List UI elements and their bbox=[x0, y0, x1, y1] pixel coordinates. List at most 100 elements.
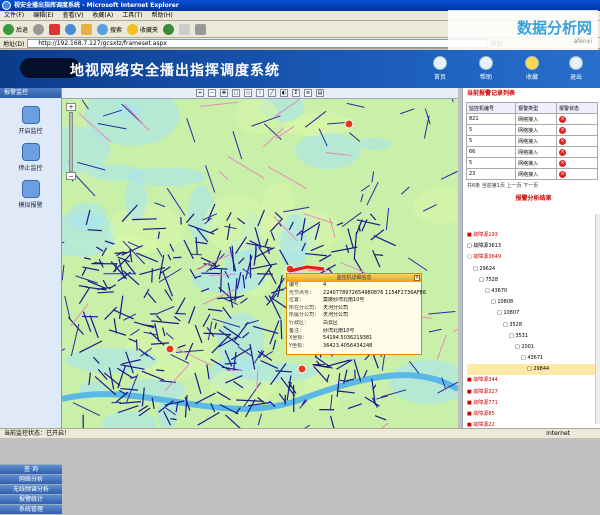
menu-query[interactable]: 查 询 bbox=[0, 464, 62, 474]
menu-spectrum-analysis[interactable]: 无线频谱分析 bbox=[0, 484, 62, 494]
measure-tool-icon[interactable]: ╱ bbox=[268, 89, 276, 97]
tree-node[interactable]: □ 3531 bbox=[467, 331, 597, 342]
sum-tool-icon[interactable]: Σ bbox=[292, 89, 300, 97]
network-line bbox=[429, 311, 456, 314]
menu-favorites[interactable]: 收藏(A) bbox=[92, 11, 113, 20]
tree-node[interactable]: □ 29844 bbox=[467, 364, 597, 375]
tree-node[interactable]: ■ 故障源344 bbox=[467, 375, 597, 386]
table-row[interactable]: 821网络接入× bbox=[467, 114, 598, 125]
full-extent-icon[interactable]: □ bbox=[232, 89, 240, 97]
identify-tool-icon[interactable]: i bbox=[256, 89, 264, 97]
alarm-x-icon[interactable]: × bbox=[559, 160, 566, 167]
print-map-icon[interactable]: ▤ bbox=[316, 89, 324, 97]
network-line bbox=[263, 351, 273, 357]
menu-network-analysis[interactable]: 网络分析 bbox=[0, 474, 62, 484]
stop-icon[interactable] bbox=[49, 24, 60, 35]
menu-alarm-stats[interactable]: 报警统计 bbox=[0, 494, 62, 504]
table-row[interactable]: 5网络接入× bbox=[467, 136, 598, 147]
network-line bbox=[331, 247, 357, 252]
zoom-slider[interactable] bbox=[69, 112, 73, 172]
alarm-x-icon[interactable]: × bbox=[559, 171, 566, 178]
tree-node[interactable]: ■ 故障源771 bbox=[467, 398, 597, 409]
table-row[interactable]: 66网络接入× bbox=[467, 147, 598, 158]
tree-node[interactable]: ■ 故障源327 bbox=[467, 387, 597, 398]
tree-node[interactable]: □ 43671 bbox=[467, 353, 597, 364]
network-line bbox=[71, 324, 79, 356]
menu-file[interactable]: 文件(F) bbox=[4, 11, 24, 20]
layer-tool-icon[interactable]: ≡ bbox=[304, 89, 312, 97]
network-line bbox=[195, 373, 201, 394]
tree-node[interactable]: ■ 故障源193 bbox=[467, 230, 597, 241]
app-title: 地视网络安全播出指挥调度系统 bbox=[70, 60, 280, 80]
alarm-x-icon[interactable]: × bbox=[559, 138, 566, 145]
zoom-out-tool-icon[interactable]: − bbox=[208, 89, 216, 97]
network-line bbox=[98, 292, 114, 293]
tree-node[interactable]: □ 29624 bbox=[467, 264, 597, 275]
home-icon[interactable] bbox=[81, 24, 92, 35]
print-icon[interactable] bbox=[195, 24, 206, 35]
tree-node[interactable]: ■ 故障源85 bbox=[467, 409, 597, 420]
close-icon[interactable]: × bbox=[414, 275, 420, 281]
network-line bbox=[156, 370, 164, 371]
zoom-in-icon[interactable]: + bbox=[66, 103, 76, 111]
zoom-in-tool-icon[interactable]: + bbox=[196, 89, 204, 97]
home-nav-button[interactable]: 首页 bbox=[424, 56, 456, 81]
help-nav-button[interactable]: 帮助 bbox=[470, 56, 502, 81]
alarm-x-icon[interactable]: × bbox=[559, 149, 566, 156]
alarm-marker-icon[interactable] bbox=[298, 365, 306, 373]
network-line bbox=[424, 115, 429, 138]
tree-node[interactable]: □ 2001 bbox=[467, 342, 597, 353]
search-button[interactable]: 搜索 bbox=[97, 24, 122, 35]
menu-edit[interactable]: 编辑(E) bbox=[33, 11, 53, 20]
stop-monitor-button[interactable]: 停止监控 bbox=[0, 143, 61, 172]
simulate-alarm-button[interactable]: 模拟报警 bbox=[0, 180, 61, 209]
menu-system-admin[interactable]: 系统管理 bbox=[0, 504, 62, 514]
pagination[interactable]: 共6条 当前第1页 上一页 下一页 bbox=[463, 182, 600, 189]
network-line bbox=[132, 219, 157, 220]
mail-icon[interactable] bbox=[179, 24, 190, 35]
url-field[interactable]: http://192.168.7.127/gcsxtz/frameset.asp… bbox=[27, 39, 487, 48]
back-button[interactable]: 后退 bbox=[3, 24, 28, 35]
map-canvas[interactable]: + − 监控机详细信息 × 编号：4光节点号：22407789726549808… bbox=[62, 99, 458, 428]
menu-view[interactable]: 查看(V) bbox=[63, 11, 84, 20]
select-tool-icon[interactable]: ◇ bbox=[244, 89, 252, 97]
refresh-icon[interactable] bbox=[65, 24, 76, 35]
tree-node[interactable]: □ 10807 bbox=[467, 308, 597, 319]
table-row[interactable]: 5网络接入× bbox=[467, 158, 598, 169]
table-row[interactable]: 5网络接入× bbox=[467, 125, 598, 136]
alarm-marker-icon[interactable] bbox=[166, 345, 174, 353]
network-line bbox=[163, 272, 172, 296]
alarm-marker-icon[interactable] bbox=[345, 120, 353, 128]
tree-node[interactable]: □ 43670 bbox=[467, 286, 597, 297]
table-row[interactable]: 23网络接入× bbox=[467, 169, 598, 180]
alarm-x-icon[interactable]: × bbox=[559, 116, 566, 123]
app-banner: 地视网络安全播出指挥调度系统 首页 帮助 收藏 退出 bbox=[0, 50, 600, 88]
history-icon[interactable] bbox=[163, 24, 174, 35]
alarm-status-cell: × bbox=[557, 158, 598, 169]
zoom-out-icon[interactable]: − bbox=[66, 172, 76, 180]
favorites-button[interactable]: 收藏夹 bbox=[127, 24, 158, 35]
alarm-x-icon[interactable]: × bbox=[559, 127, 566, 134]
device-id-cell: 5 bbox=[467, 158, 516, 169]
map-terrain-patch bbox=[110, 204, 185, 253]
tree-node[interactable]: □ 故障源3649 bbox=[467, 252, 597, 263]
network-line bbox=[348, 228, 353, 248]
popup-value: 纱湾北南10号 bbox=[321, 328, 428, 336]
exit-nav-button[interactable]: 退出 bbox=[560, 56, 592, 81]
erase-tool-icon[interactable]: ◐ bbox=[280, 89, 288, 97]
menu-help[interactable]: 帮助(H) bbox=[152, 11, 173, 20]
start-monitor-button[interactable]: 开启监控 bbox=[0, 106, 61, 135]
menu-tools[interactable]: 工具(T) bbox=[122, 11, 142, 20]
tree-node[interactable]: □ 7528 bbox=[467, 275, 597, 286]
right-scrollbar[interactable] bbox=[595, 214, 600, 424]
network-line bbox=[240, 298, 247, 303]
tree-node[interactable]: □ 10808 bbox=[467, 297, 597, 308]
tree-node[interactable]: □ 3528 bbox=[467, 320, 597, 331]
favorite-nav-button[interactable]: 收藏 bbox=[516, 56, 548, 81]
pan-tool-icon[interactable]: ✥ bbox=[220, 89, 228, 97]
tree-node-label: □ 29844 bbox=[527, 366, 549, 372]
tree-node[interactable]: □ 故障源3613 bbox=[467, 241, 597, 252]
network-line bbox=[79, 286, 88, 287]
forward-arrow-icon[interactable] bbox=[33, 24, 44, 35]
network-line bbox=[273, 340, 275, 350]
